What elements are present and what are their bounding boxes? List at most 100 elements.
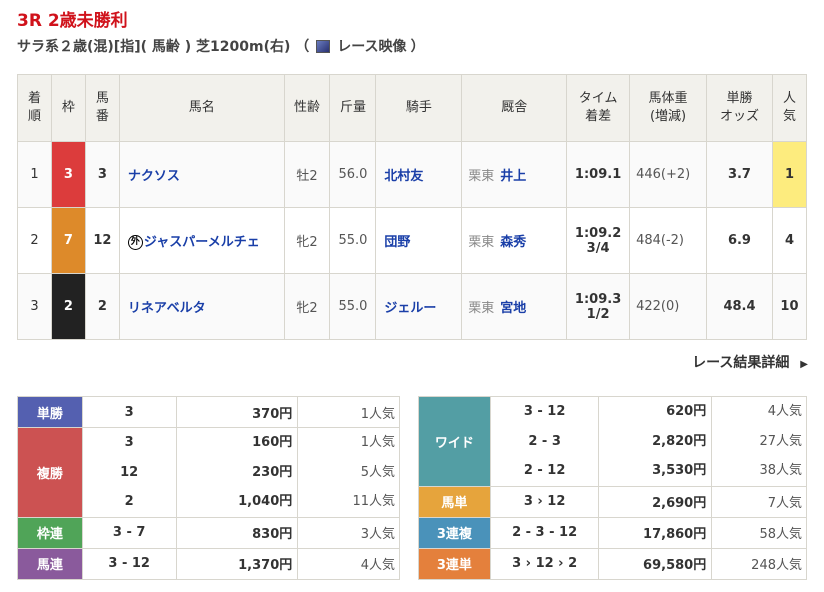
combination-cell: 3 › 12 › 2 [489, 547, 600, 580]
race-title: 3R 2歳未勝利 [17, 11, 128, 31]
popularity-cell: 3人気 [297, 516, 400, 549]
payout: 830円 [252, 527, 293, 542]
popularity-cell: 248人気 [711, 547, 807, 580]
jockey-link[interactable]: 団野 [375, 207, 463, 274]
column-header: 馬体重 (増減) [629, 74, 708, 142]
column-header: 枠 [50, 74, 86, 142]
horse-name-link[interactable]: リネアベルタ [128, 301, 206, 316]
popularity: 5人気 [360, 464, 395, 480]
frame-number: 7 [50, 207, 86, 274]
bet-type-label: 単勝 [17, 396, 83, 428]
combination-cell: 2 - 3 - 12 [489, 516, 600, 549]
horse-number: 3 [84, 141, 120, 208]
body-weight: 484(-2) [629, 207, 708, 274]
combination: 12 [120, 464, 139, 480]
payout-row: 3連単 3 › 12 › 2 69,580円 248人気 [418, 547, 807, 580]
payout-cell: 69,580円 [598, 547, 713, 580]
margin: 3/4 [586, 240, 610, 256]
column-header: 馬名 [118, 74, 285, 142]
payout: 17,860円 [643, 527, 707, 542]
payout-cell: 160円 230円 1,040円 [175, 427, 299, 518]
win-odds: 3.7 [706, 141, 773, 208]
popularity: 10 [771, 273, 808, 340]
race-result-detail-link[interactable]: レース結果詳細 ▶ [692, 352, 808, 372]
finish-time: 1:09.2 [574, 225, 622, 241]
condition-text: サラ系２歳(混)[指]( 馬齢 ) 芝1200m(右) （ [17, 39, 310, 55]
frame-number: 2 [50, 273, 86, 340]
rank: 2 [17, 207, 52, 274]
column-header: 厩舎 [461, 74, 568, 142]
column-header: 人 気 [771, 74, 808, 142]
condition-suffix: ） [410, 39, 425, 55]
result-row: 3 2 2 リネアベルタ 牝2 55.0 ジェルー 栗東 宮地 1:09.3 1/2… [17, 273, 808, 340]
combination-cell: 3 - 7 [81, 516, 177, 549]
column-header: 馬 番 [84, 74, 120, 142]
bet-type-label: 馬単 [418, 485, 491, 518]
popularity: 38人気 [759, 463, 802, 478]
combination: 3 - 12 [523, 404, 566, 419]
popularity: 1 [771, 141, 808, 208]
trainer-link[interactable]: 井上 [500, 169, 526, 184]
rank: 3 [17, 273, 52, 340]
horse-number: 2 [84, 273, 120, 340]
combination: 2 - 3 [528, 433, 561, 449]
popularity: 3人気 [360, 527, 395, 542]
payout: 69,580円 [643, 558, 707, 573]
column-header: 性齢 [283, 74, 331, 142]
bet-type-label: 枠連 [17, 516, 83, 549]
payout-cell: 17,860円 [598, 516, 713, 549]
jockey-link[interactable]: ジェルー [375, 273, 463, 340]
payout: 2,690円 [652, 496, 707, 511]
combination-cell: 3 - 12 [81, 547, 177, 580]
payout: 1,040円 [238, 494, 293, 509]
horse-name-link[interactable]: ジャスパーメルチェ [144, 235, 260, 250]
video-icon[interactable] [316, 39, 331, 53]
body-weight: 446(+2) [629, 141, 708, 208]
bet-type-label: 馬連 [17, 547, 83, 580]
column-header: 騎手 [375, 74, 463, 142]
combination: 3 › 12 › 2 [512, 556, 578, 571]
horse-name-cell[interactable]: 外ジャスパーメルチェ [118, 207, 285, 274]
bet-type-label: 3連単 [418, 547, 491, 580]
popularity: 58人気 [759, 527, 802, 542]
finish-time: 1:09.3 [574, 291, 622, 307]
trainer-link[interactable]: 森秀 [500, 235, 526, 250]
race-video-link[interactable]: レース映像 [337, 36, 406, 56]
stable-cell: 栗東 井上 [461, 141, 568, 208]
payout: 230円 [252, 464, 293, 480]
payout: 3,530円 [652, 463, 707, 478]
horse-name-cell[interactable]: ナクソス [118, 141, 285, 208]
popularity-cell: 1人気 [297, 396, 400, 428]
horse-name-link[interactable]: ナクソス [128, 169, 180, 184]
popularity: 1人気 [360, 435, 395, 450]
combination-cell: 3 › 12 [489, 485, 600, 518]
sex-age: 牝2 [283, 273, 331, 340]
stable-region: 栗東 [468, 235, 495, 250]
triangle-right-icon: ▶ [800, 359, 808, 370]
payout: 620円 [666, 404, 707, 419]
popularity-cell: 4人気 [297, 547, 400, 580]
popularity: 4人気 [767, 404, 802, 419]
carried-weight: 55.0 [329, 207, 377, 274]
combination: 3 [124, 435, 134, 450]
margin: 1/2 [586, 306, 610, 322]
horse-name-cell[interactable]: リネアベルタ [118, 273, 285, 340]
payout-row: 複勝 3 12 2 160円 230円 1,040円 1人気 5人気 11人気 [17, 427, 400, 518]
payout-cell: 2,690円 [598, 485, 713, 518]
payout: 370円 [252, 406, 293, 422]
jockey-link[interactable]: 北村友 [375, 141, 463, 208]
column-header: 斤量 [329, 74, 377, 142]
popularity: 248人気 [751, 558, 802, 573]
body-weight: 422(0) [629, 273, 708, 340]
payout: 160円 [252, 435, 293, 450]
popularity: 4 [771, 207, 808, 274]
trainer-link[interactable]: 宮地 [500, 301, 526, 316]
popularity-cell: 7人気 [711, 485, 807, 518]
time-margin: 1:09.2 3/4 [566, 207, 631, 274]
payout-row: 3連複 2 - 3 - 12 17,860円 58人気 [418, 516, 807, 549]
finish-time: 1:09.1 [574, 167, 622, 182]
payout-cell: 830円 [175, 516, 299, 549]
payout: 1,370円 [238, 558, 293, 573]
payout-row: 馬単 3 › 12 2,690円 7人気 [418, 485, 807, 518]
column-header: 単勝 オッズ [706, 74, 773, 142]
